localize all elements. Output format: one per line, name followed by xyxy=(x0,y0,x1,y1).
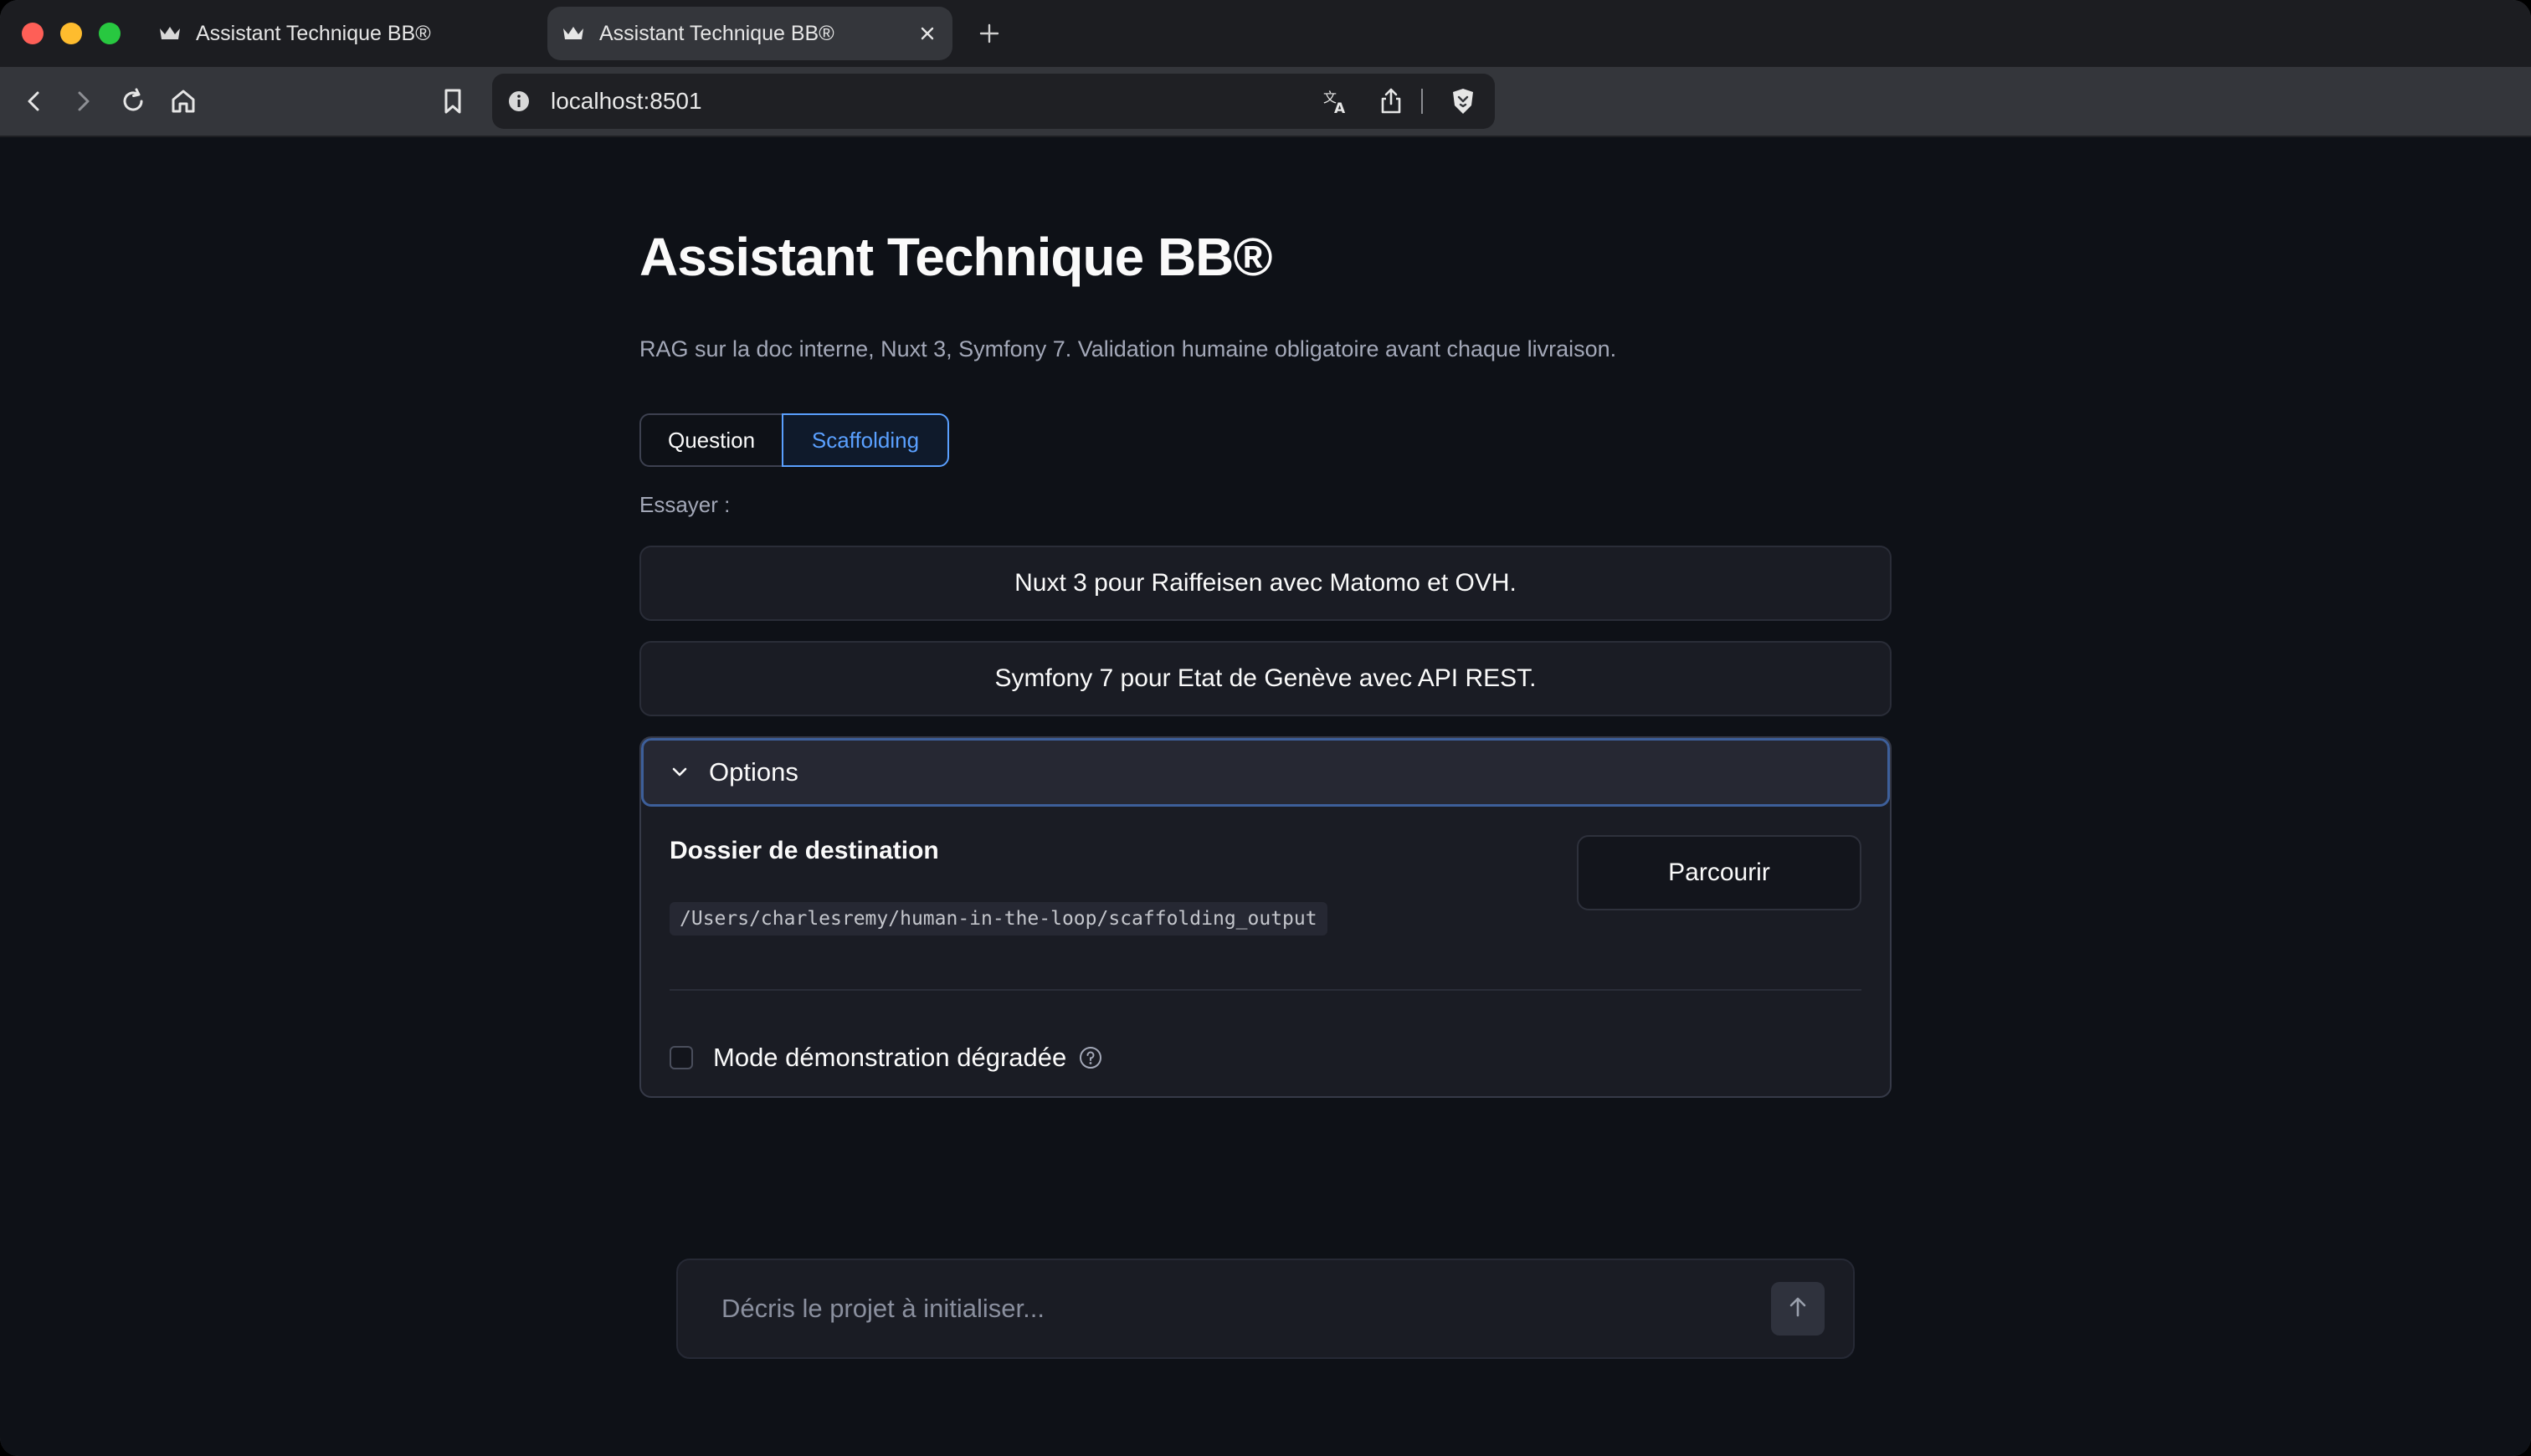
destination-folder-label: Dossier de destination xyxy=(670,837,939,864)
close-window-button[interactable] xyxy=(22,23,44,44)
crown-icon xyxy=(157,23,182,44)
browser-tab-1[interactable]: Assistant Technique BB® xyxy=(144,7,537,60)
arrow-up-icon xyxy=(1785,1295,1810,1324)
options-expander: Options Dossier de destination /Users/ch… xyxy=(639,736,1892,1098)
mode-segmented-control: Question Scaffolding xyxy=(639,413,949,467)
browser-window: Assistant Technique BB® Assistant Techni… xyxy=(0,0,2531,1456)
demo-mode-label[interactable]: Mode démonstration dégradée xyxy=(713,1043,1066,1073)
address-bar[interactable]: localhost:8501 文A xyxy=(492,74,1495,129)
close-tab-icon[interactable] xyxy=(914,20,941,47)
tab-title: Assistant Technique BB® xyxy=(196,21,431,45)
site-info-icon[interactable] xyxy=(507,90,531,113)
maximize-window-button[interactable] xyxy=(99,23,121,44)
home-icon[interactable] xyxy=(166,84,201,119)
help-icon[interactable] xyxy=(1078,1045,1103,1070)
translate-icon[interactable]: 文A xyxy=(1321,86,1351,116)
new-tab-button[interactable] xyxy=(974,18,1004,49)
suggestion-button-symfony[interactable]: Symfony 7 pour Etat de Genève avec API R… xyxy=(639,641,1892,716)
options-divider xyxy=(670,989,1861,991)
suggestion-button-nuxt[interactable]: Nuxt 3 pour Raiffeisen avec Matomo et OV… xyxy=(639,546,1892,621)
page-title: Assistant Technique BB® xyxy=(639,227,1273,287)
chevron-down-icon xyxy=(667,760,692,785)
options-expander-header[interactable]: Options xyxy=(641,738,1890,807)
demo-mode-checkbox[interactable] xyxy=(670,1046,693,1069)
svg-text:A: A xyxy=(1334,100,1346,115)
app-page: Assistant Technique BB® RAG sur la doc i… xyxy=(0,137,2531,1456)
send-button[interactable] xyxy=(1771,1282,1825,1336)
tab-scaffolding[interactable]: Scaffolding xyxy=(782,413,949,467)
destination-path: /Users/charlesremy/human-in-the-loop/sca… xyxy=(670,902,1327,936)
try-label: Essayer : xyxy=(639,492,731,517)
forward-arrow-icon[interactable] xyxy=(65,84,100,119)
toolbar-separator xyxy=(1421,89,1423,114)
browser-toolbar: localhost:8501 文A xyxy=(0,67,2531,137)
tab-strip: Assistant Technique BB® Assistant Techni… xyxy=(0,0,2531,67)
brave-shield-icon[interactable] xyxy=(1448,86,1478,116)
share-icon[interactable] xyxy=(1376,86,1406,116)
crown-icon xyxy=(561,23,586,44)
reload-icon[interactable] xyxy=(116,84,151,119)
options-label: Options xyxy=(709,757,798,787)
browser-tab-2[interactable]: Assistant Technique BB® xyxy=(547,7,952,60)
page-caption: RAG sur la doc interne, Nuxt 3, Symfony … xyxy=(639,336,1617,361)
chat-input-container xyxy=(676,1259,1855,1359)
demo-mode-row: Mode démonstration dégradée xyxy=(670,1043,1103,1073)
back-arrow-icon[interactable] xyxy=(17,84,52,119)
bookmark-icon[interactable] xyxy=(435,84,470,119)
browse-button[interactable]: Parcourir xyxy=(1577,835,1861,910)
tab-question[interactable]: Question xyxy=(639,413,783,467)
tab-title: Assistant Technique BB® xyxy=(599,21,834,45)
url-text: localhost:8501 xyxy=(551,88,702,114)
minimize-window-button[interactable] xyxy=(60,23,82,44)
chat-input[interactable] xyxy=(720,1293,1771,1325)
